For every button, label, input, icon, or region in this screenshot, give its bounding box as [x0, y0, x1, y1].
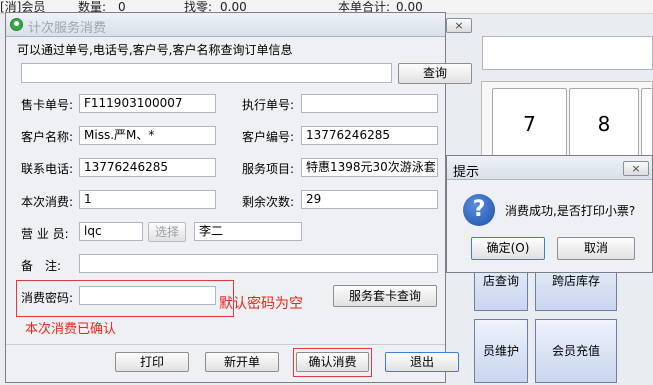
card-no-field[interactable]: F111903100007	[79, 94, 216, 113]
question-icon: ?	[463, 194, 495, 226]
password-field[interactable]	[79, 286, 216, 305]
count-service-dialog: 计次服务消费 × 可以通过单号,电话号,客户号,客户名称查询订单信息 查询 售卡…	[5, 12, 472, 383]
search-input[interactable]	[21, 63, 392, 83]
app-icon	[10, 18, 23, 31]
dialog-title: 计次服务消费	[28, 21, 107, 36]
service-label: 服务项目:	[242, 162, 295, 176]
prompt-close-button[interactable]: ×	[623, 161, 649, 176]
member-topup-button[interactable]: 会员充值	[535, 319, 617, 383]
package-query-button[interactable]: 服务套卡查询	[333, 285, 437, 307]
consumption-confirmed-text: 本次消费已确认	[25, 322, 117, 337]
maintain-button[interactable]: 员维护	[474, 319, 528, 383]
prompt-titlebar: 提示 ×	[447, 156, 652, 180]
consume-field[interactable]: 1	[79, 190, 216, 209]
remain-label: 剩余次数:	[242, 195, 295, 209]
customer-no-label: 客户编号:	[242, 130, 295, 144]
phone-field[interactable]: 13776246285	[79, 158, 216, 177]
staff-name-field[interactable]: 李二	[194, 222, 302, 241]
password-label: 消费密码:	[21, 291, 74, 305]
background-display-field	[482, 36, 653, 70]
print-button[interactable]: 打印	[115, 352, 189, 372]
keypad-key-partial[interactable]	[641, 88, 653, 160]
service-field[interactable]: 特惠1398元30次游泳套	[301, 158, 438, 177]
keypad-key-7[interactable]: 7	[492, 88, 567, 160]
dialog-titlebar: 计次服务消费 ×	[6, 13, 472, 37]
note-field[interactable]	[79, 254, 438, 273]
customer-name-label: 客户名称:	[21, 130, 74, 144]
password-hint: 默认密码为空	[219, 296, 303, 312]
prompt-message: 消费成功,是否打印小票?	[505, 204, 636, 218]
new-order-button[interactable]: 新开单	[205, 352, 279, 372]
dialog-footer: 打印 新开单 确认消费 退出	[6, 344, 459, 382]
confirm-consume-button[interactable]: 确认消费	[296, 352, 369, 372]
customer-no-field[interactable]: 13776246285	[301, 126, 438, 145]
card-no-label: 售卡单号:	[21, 98, 74, 112]
exit-button[interactable]: 退出	[385, 352, 459, 372]
print-prompt-dialog: 提示 × ? 消费成功,是否打印小票? 确定(O) 取消	[446, 155, 653, 273]
prompt-cancel-button[interactable]: 取消	[557, 237, 635, 260]
keypad-key-8[interactable]: 8	[569, 88, 639, 160]
prompt-title: 提示	[453, 165, 480, 180]
staff-select-button[interactable]: 选择	[148, 222, 186, 242]
dialog-close-button[interactable]: ×	[446, 18, 472, 33]
search-button[interactable]: 查询	[398, 63, 472, 84]
remain-field[interactable]: 29	[301, 190, 438, 209]
note-label: 备 注:	[21, 259, 62, 273]
staff-label: 营 业 员:	[21, 227, 69, 241]
customer-name-field[interactable]: Miss.严M、*	[79, 126, 216, 145]
staff-code-field[interactable]: lqc	[79, 222, 143, 241]
consume-label: 本次消费:	[21, 195, 74, 209]
exec-no-field[interactable]	[301, 94, 438, 113]
phone-label: 联系电话:	[21, 162, 74, 176]
exec-no-label: 执行单号:	[242, 98, 295, 112]
prompt-ok-button[interactable]: 确定(O)	[471, 237, 545, 260]
search-hint: 可以通过单号,电话号,客户号,客户名称查询订单信息	[17, 43, 293, 57]
